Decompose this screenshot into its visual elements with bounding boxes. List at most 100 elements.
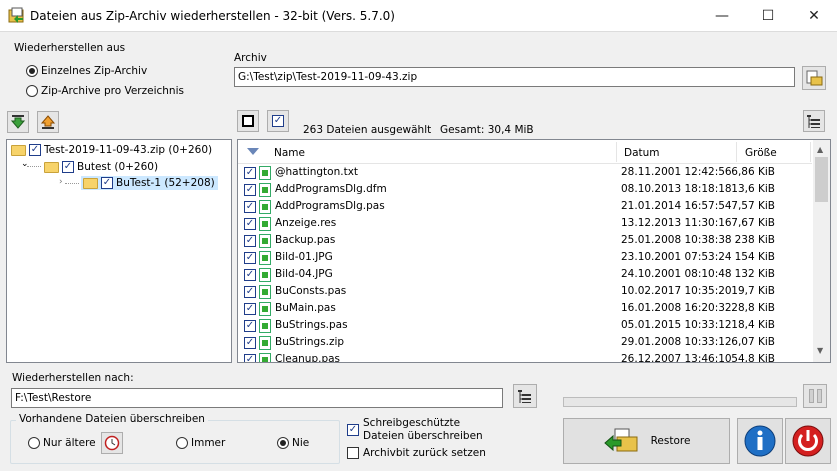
file-rows: @hattington.txt 28.11.2001 12:42:566,86 K… (238, 164, 812, 363)
maximize-button[interactable]: ☐ (745, 0, 791, 32)
radio-always-label[interactable]: Immer (191, 437, 225, 449)
readonly-checkbox-label[interactable]: Schreibgeschützte Dateien überschreiben (363, 417, 503, 443)
radio-single-archive[interactable] (26, 65, 38, 77)
file-name: Anzeige.res (275, 217, 337, 229)
file-name: Cleanup.pas (275, 353, 341, 363)
file-list[interactable]: Name Datum Größe @hattington.txt 28.11.20… (237, 139, 831, 363)
file-icon (259, 353, 271, 362)
file-row[interactable]: Anzeige.res 13.12.2013 11:30:167,67 KiB (238, 215, 808, 232)
tree-checkbox-root[interactable] (29, 144, 41, 156)
file-checkbox[interactable] (244, 218, 256, 230)
file-checkbox[interactable] (244, 252, 256, 264)
folder-tree[interactable]: Test-2019-11-09-43.zip (0+260) ⌄ Butest … (6, 139, 232, 363)
tree-node-root-label: Test-2019-11-09-43.zip (0+260) (44, 144, 213, 156)
file-checkbox[interactable] (244, 184, 256, 196)
collapse-up-button[interactable] (37, 111, 59, 133)
tree-connector (27, 166, 41, 167)
radio-only-older-label[interactable]: Nur ältere (43, 437, 96, 449)
file-row[interactable]: @hattington.txt 28.11.2001 12:42:566,86 K… (238, 164, 808, 181)
pause-icon (816, 389, 822, 403)
file-name: BuConsts.pas (275, 285, 347, 297)
radio-per-directory-label[interactable]: Zip-Archive pro Verzeichnis (41, 85, 184, 97)
file-size: 18,4 KiB (731, 319, 775, 331)
radio-never-label[interactable]: Nie (292, 437, 309, 449)
file-icon (259, 285, 271, 299)
tree-node-butest1[interactable]: BuTest-1 (52+208) (81, 176, 218, 190)
archivebit-checkbox-label[interactable]: Archivbit zurück setzen (363, 447, 486, 459)
file-size: 28,8 KiB (731, 302, 775, 314)
archivebit-checkbox[interactable] (347, 447, 359, 459)
empty-box-icon (242, 115, 254, 127)
file-name: AddProgramsDlg.pas (275, 200, 385, 212)
file-row[interactable]: BuMain.pas 16.01.2008 16:20:3228,8 KiB (238, 300, 808, 317)
file-checkbox[interactable] (244, 201, 256, 213)
file-row[interactable]: Bild-04.JPG 24.10.2001 08:10:48132 KiB (238, 266, 808, 283)
info-button[interactable] (737, 418, 783, 464)
tree-node-butest-label: Butest (0+260) (77, 161, 159, 173)
radio-always[interactable] (176, 437, 188, 449)
restore-path-input[interactable]: F:\Test\Restore (11, 388, 503, 408)
file-name: AddProgramsDlg.dfm (275, 183, 387, 195)
file-checkbox[interactable] (244, 167, 256, 179)
column-name[interactable]: Name (274, 147, 305, 159)
column-date[interactable]: Datum (624, 147, 660, 159)
file-row[interactable]: BuStrings.pas 05.01.2015 10:33:1218,4 KiB (238, 317, 808, 334)
minimize-button[interactable]: — (699, 0, 745, 32)
select-none-button[interactable] (237, 110, 259, 132)
file-checkbox[interactable] (244, 286, 256, 298)
tree-node-butest[interactable]: Butest (0+260) (44, 161, 158, 173)
vertical-scrollbar[interactable]: ▲ ▼ (813, 140, 830, 362)
file-row[interactable]: BuStrings.zip 29.01.2008 10:33:126,07 KiB (238, 334, 808, 351)
radio-per-directory[interactable] (26, 85, 38, 97)
radio-never[interactable] (277, 437, 289, 449)
file-row[interactable]: AddProgramsDlg.dfm 08.10.2013 18:18:1813,… (238, 181, 808, 198)
tree-node-root[interactable]: Test-2019-11-09-43.zip (0+260) (11, 144, 212, 156)
tree-list-icon (807, 115, 820, 128)
file-checkbox[interactable] (244, 269, 256, 281)
file-date: 26.12.2007 13:46:10 (621, 353, 732, 363)
scrollbar-thumb[interactable] (815, 157, 828, 202)
expand-down-button[interactable] (7, 111, 29, 133)
file-checkbox[interactable] (244, 337, 256, 349)
archive-path-input[interactable]: G:\Test\zip\Test-2019-11-09-43.zip (234, 67, 795, 87)
file-row[interactable]: Cleanup.pas 26.12.2007 13:46:1054,8 KiB (238, 351, 808, 363)
browse-target-button[interactable] (513, 384, 537, 408)
file-checkbox[interactable] (244, 320, 256, 332)
select-all-button[interactable] (267, 110, 289, 132)
exit-button[interactable] (785, 418, 831, 464)
restore-button-label: Restore (650, 435, 691, 447)
readonly-checkbox[interactable] (347, 424, 359, 436)
file-checkbox[interactable] (244, 235, 256, 247)
column-divider (810, 142, 811, 162)
list-options-button[interactable] (803, 110, 825, 132)
close-button[interactable]: ✕ (791, 0, 837, 32)
file-row[interactable]: BuConsts.pas 10.02.2017 10:35:2019,7 KiB (238, 283, 808, 300)
time-settings-button[interactable] (101, 432, 123, 454)
column-size[interactable]: Größe (745, 147, 777, 159)
pause-button[interactable] (803, 384, 827, 408)
file-checkbox[interactable] (244, 354, 256, 362)
tree-checkbox-butest1[interactable] (101, 177, 113, 189)
file-row[interactable]: Backup.pas 25.01.2008 10:38:38238 KiB (238, 232, 808, 249)
tree-expand-butest1[interactable]: › (59, 177, 63, 187)
tree-expand-butest[interactable]: ⌄ (21, 159, 29, 169)
file-icon (259, 200, 271, 214)
file-row[interactable]: AddProgramsDlg.pas 21.01.2014 16:57:547,5… (238, 198, 808, 215)
scroll-up-arrow[interactable]: ▲ (817, 145, 823, 154)
radio-only-older[interactable] (28, 437, 40, 449)
file-name: Backup.pas (275, 234, 336, 246)
progress-bar (563, 397, 797, 407)
browse-archive-button[interactable] (802, 66, 826, 90)
file-icon (259, 268, 271, 282)
file-checkbox[interactable] (244, 303, 256, 315)
file-row[interactable]: Bild-01.JPG 23.10.2001 07:53:24154 KiB (238, 249, 808, 266)
restore-button[interactable]: Restore (563, 418, 730, 464)
column-divider (616, 142, 617, 162)
open-folder-icon (806, 70, 823, 86)
folder-icon (44, 161, 59, 173)
tree-checkbox-butest[interactable] (62, 161, 74, 173)
sort-icon[interactable] (247, 148, 259, 156)
radio-single-archive-label[interactable]: Einzelnes Zip-Archiv (41, 65, 147, 77)
file-name: @hattington.txt (275, 166, 359, 178)
scroll-down-arrow[interactable]: ▼ (817, 346, 823, 355)
